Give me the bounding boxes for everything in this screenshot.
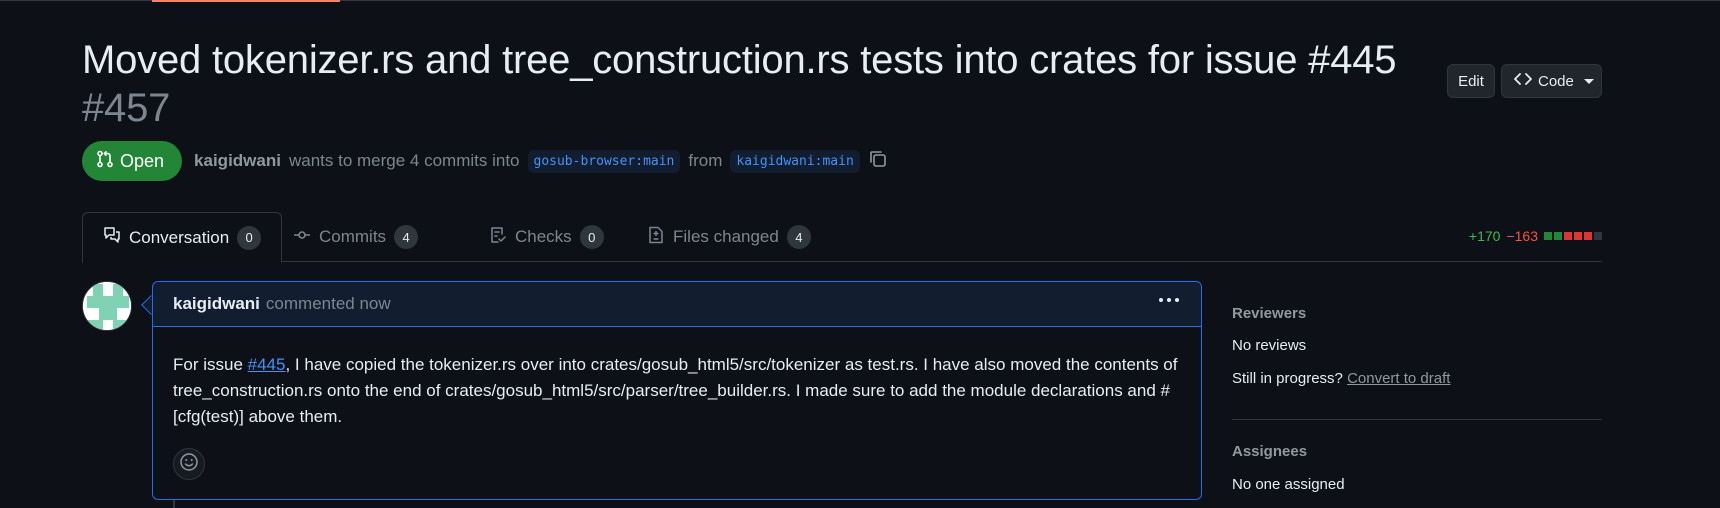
diffstat-block bbox=[1564, 232, 1572, 240]
draft-status: Still in progress? Convert to draft bbox=[1232, 370, 1450, 387]
tab-checks[interactable]: Checks 0 bbox=[469, 212, 624, 262]
diffstat: +170 −163 bbox=[1469, 228, 1602, 244]
assignees-value: No one assigned bbox=[1232, 476, 1345, 493]
issue-link[interactable]: #445 bbox=[248, 355, 286, 374]
tab-files-changed-count: 4 bbox=[786, 225, 811, 249]
active-repo-tab-underline bbox=[152, 0, 340, 2]
tab-commits-count: 4 bbox=[394, 225, 419, 249]
edit-button-label: Edit bbox=[1458, 72, 1484, 90]
git-pull-request-icon bbox=[96, 150, 114, 173]
tab-conversation-label: Conversation bbox=[129, 227, 230, 247]
tab-conversation-count: 0 bbox=[237, 225, 262, 250]
from-text: from bbox=[688, 151, 723, 170]
tab-commits[interactable]: Commits 4 bbox=[273, 212, 438, 262]
comment-header: kaigidwani commented now bbox=[153, 282, 1201, 327]
edit-button[interactable]: Edit bbox=[1447, 64, 1495, 98]
pr-tabs: Conversation 0 Commits 4 Checks 0 Files … bbox=[82, 212, 1602, 263]
chevron-down-icon bbox=[1583, 78, 1594, 84]
assignees-heading[interactable]: Assignees bbox=[1232, 443, 1307, 460]
reviewers-value: No reviews bbox=[1232, 337, 1307, 354]
smiley-icon bbox=[179, 452, 199, 477]
code-icon bbox=[1514, 72, 1532, 90]
comment-timestamp[interactable]: commented now bbox=[266, 294, 391, 314]
progress-text: Still in progress? bbox=[1232, 370, 1343, 387]
merge-description: wants to merge 4 commits into bbox=[288, 151, 520, 170]
tab-conversation[interactable]: Conversation 0 bbox=[82, 212, 283, 263]
diffstat-block bbox=[1594, 232, 1602, 240]
file-diff-icon bbox=[647, 226, 665, 249]
comment-author[interactable]: kaigidwani bbox=[173, 294, 260, 314]
pr-state-label: Open bbox=[120, 150, 165, 171]
tab-commits-label: Commits bbox=[319, 227, 387, 246]
sidebar-divider bbox=[1232, 419, 1602, 420]
diffstat-block bbox=[1544, 232, 1552, 240]
tab-checks-label: Checks bbox=[515, 227, 572, 246]
pr-author-link[interactable]: kaigidwani bbox=[194, 151, 281, 171]
diffstat-additions: +170 bbox=[1468, 228, 1501, 244]
tab-files-changed[interactable]: Files changed 4 bbox=[627, 212, 831, 262]
kebab-horizontal-icon[interactable] bbox=[1159, 298, 1179, 302]
code-button[interactable]: Code bbox=[1501, 64, 1602, 98]
tab-files-changed-label: Files changed bbox=[673, 227, 779, 246]
comment-text-start: For issue bbox=[173, 355, 248, 374]
tab-checks-count: 0 bbox=[579, 225, 604, 249]
git-commit-icon bbox=[293, 226, 311, 249]
pr-title-text: Moved tokenizer.rs and tree_construction… bbox=[82, 38, 1397, 82]
reviewers-heading[interactable]: Reviewers bbox=[1232, 305, 1306, 322]
pr-title-block: Moved tokenizer.rs and tree_construction… bbox=[82, 36, 1422, 132]
convert-to-draft-link[interactable]: Convert to draft bbox=[1347, 370, 1450, 387]
head-branch-link[interactable]: kaigidwani:main bbox=[730, 149, 860, 173]
comment-text-rest: , I have copied the tokenizer.rs over in… bbox=[173, 355, 1178, 426]
comment-body: For issue #445, I have copied the tokeni… bbox=[153, 327, 1201, 430]
pr-title: Moved tokenizer.rs and tree_construction… bbox=[82, 36, 1422, 132]
diffstat-deletions: −163 bbox=[1506, 228, 1538, 244]
code-button-label: Code bbox=[1538, 72, 1574, 90]
diffstat-block bbox=[1584, 232, 1592, 240]
avatar[interactable] bbox=[82, 281, 132, 331]
pr-number: #457 bbox=[82, 86, 171, 130]
checklist-icon bbox=[489, 226, 507, 249]
pr-meta: Open kaigidwani wants to merge 4 commits… bbox=[82, 141, 888, 181]
pr-state-badge: Open bbox=[82, 141, 183, 181]
copy-icon[interactable] bbox=[868, 149, 888, 174]
timeline-line bbox=[173, 500, 175, 508]
comment-box: kaigidwani commented now For issue #445,… bbox=[152, 281, 1202, 500]
comment-discussion-icon bbox=[103, 226, 121, 249]
add-reaction-button[interactable] bbox=[173, 448, 205, 480]
diffstat-block bbox=[1554, 232, 1562, 240]
diffstat-block bbox=[1574, 232, 1582, 240]
base-branch-link[interactable]: gosub-browser:main bbox=[527, 149, 681, 173]
diffstat-blocks bbox=[1544, 232, 1602, 240]
